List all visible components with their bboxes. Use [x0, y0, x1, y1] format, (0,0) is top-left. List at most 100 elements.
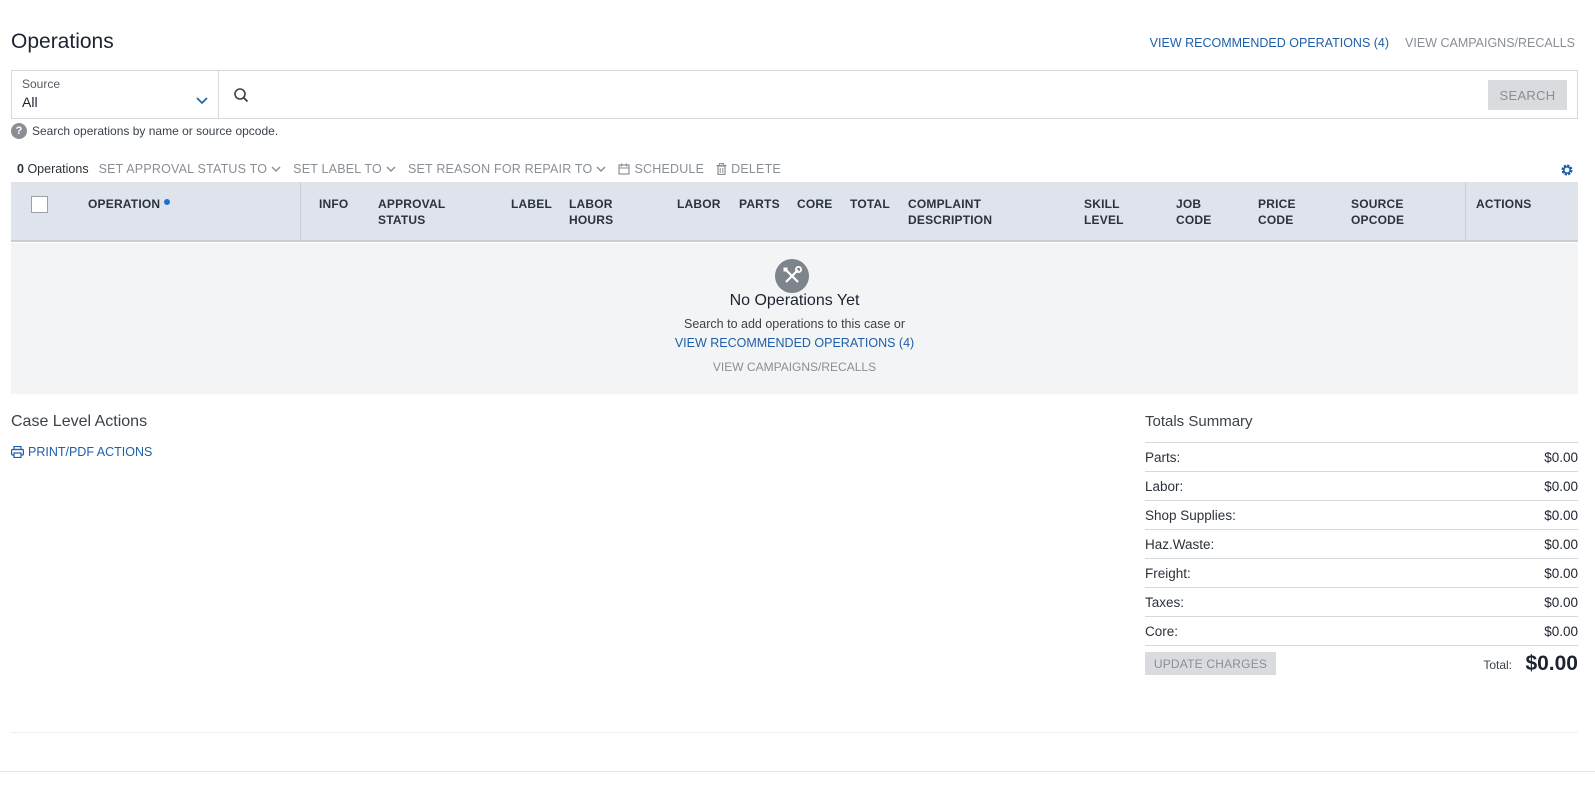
view-recommended-operations-link[interactable]: VIEW RECOMMENDED OPERATIONS (4)	[1150, 36, 1389, 50]
schedule-label: SCHEDULE	[634, 162, 705, 176]
chevron-down-icon	[196, 97, 208, 105]
totals-row-value: $0.00	[1544, 449, 1578, 465]
column-source-opcode: SOURCE OPCODE	[1351, 196, 1404, 228]
column-approval-status: APPROVAL STATUS	[378, 196, 445, 228]
column-actions: ACTIONS	[1476, 197, 1532, 211]
empty-view-recommended-link[interactable]: VIEW RECOMMENDED OPERATIONS (4)	[11, 336, 1578, 350]
chevron-down-icon	[596, 166, 606, 172]
column-total: TOTAL	[850, 197, 890, 211]
column-source-line1: SOURCE	[1351, 197, 1404, 211]
column-approval-line2: STATUS	[378, 213, 426, 227]
divider	[11, 732, 1578, 733]
delete-label: DELETE	[731, 162, 781, 176]
chevron-down-icon	[386, 166, 396, 172]
search-help: ? Search operations by name or source op…	[11, 123, 278, 139]
totals-row-haz-waste: Haz.Waste: $0.00	[1145, 529, 1578, 558]
operations-count-number: 0	[17, 162, 24, 176]
total-label: Total:	[1483, 658, 1512, 672]
search-input[interactable]	[261, 79, 1447, 111]
column-divider	[1465, 182, 1466, 240]
sort-indicator-icon	[164, 199, 171, 205]
column-skill-line2: LEVEL	[1084, 213, 1124, 227]
totals-row-value: $0.00	[1544, 478, 1578, 494]
column-skill-level: SKILL LEVEL	[1084, 196, 1124, 228]
totals-row-label: Haz.Waste:	[1145, 536, 1215, 552]
trash-icon	[716, 163, 727, 175]
print-pdf-actions-label: PRINT/PDF ACTIONS	[28, 445, 153, 459]
column-info: INFO	[319, 197, 349, 211]
totals-row-value: $0.00	[1544, 507, 1578, 523]
column-labor-hours-line2: HOURS	[569, 213, 614, 227]
divider	[0, 771, 1595, 772]
totals-summary: Totals Summary Parts: $0.00 Labor: $0.00 S…	[1145, 413, 1578, 681]
set-approval-status-dropdown[interactable]: SET APPROVAL STATUS TO	[99, 162, 282, 176]
page-title: Operations	[11, 30, 114, 53]
column-source-line2: OPCODE	[1351, 213, 1405, 227]
search-button[interactable]: SEARCH	[1488, 80, 1567, 110]
set-approval-status-label: SET APPROVAL STATUS TO	[98, 162, 268, 176]
source-value: All	[22, 94, 38, 110]
totals-row-parts: Parts: $0.00	[1145, 442, 1578, 471]
column-price-line2: CODE	[1258, 213, 1294, 227]
print-pdf-actions-link[interactable]: PRINT/PDF ACTIONS	[11, 445, 152, 459]
column-labor-hours-line1: LABOR	[569, 197, 613, 211]
set-label-dropdown[interactable]: SET LABEL TO	[293, 162, 396, 176]
select-all-checkbox[interactable]	[31, 196, 48, 213]
column-skill-line1: SKILL	[1084, 197, 1120, 211]
tools-icon	[775, 259, 809, 293]
view-campaigns-recalls-link[interactable]: VIEW CAMPAIGNS/RECALLS	[1405, 36, 1575, 50]
totals-row-label: Labor:	[1145, 478, 1184, 494]
totals-row-core: Core: $0.00	[1145, 616, 1578, 645]
totals-row-label: Shop Supplies:	[1145, 507, 1236, 523]
empty-view-campaigns-link[interactable]: VIEW CAMPAIGNS/RECALLS	[11, 360, 1578, 374]
column-parts: PARTS	[739, 197, 780, 211]
column-labor: LABOR	[677, 197, 721, 211]
set-reason-for-repair-dropdown[interactable]: SET REASON FOR REPAIR TO	[408, 162, 606, 176]
top-links: VIEW RECOMMENDED OPERATIONS (4) VIEW CAM…	[1150, 36, 1575, 50]
totals-row-label: Parts:	[1145, 449, 1181, 465]
column-operation[interactable]: OPERATION	[88, 196, 171, 212]
empty-state-text: Search to add operations to this case or	[684, 317, 905, 331]
totals-footer: UPDATE CHARGES Total: $0.00	[1145, 645, 1578, 681]
source-select[interactable]: Source All	[12, 71, 219, 118]
totals-row-freight: Freight: $0.00	[1145, 558, 1578, 587]
column-divider	[300, 182, 301, 240]
search-field: SEARCH	[219, 71, 1577, 118]
column-complaint-description: COMPLAINT DESCRIPTION	[908, 196, 992, 228]
help-icon[interactable]: ?	[11, 123, 27, 139]
totals-row-labor: Labor: $0.00	[1145, 471, 1578, 500]
operations-count: 0 Operations	[17, 162, 89, 176]
column-complaint-line1: COMPLAINT	[908, 197, 982, 211]
chevron-down-icon	[271, 166, 281, 172]
search-row: Source All SEARCH	[11, 70, 1578, 119]
set-reason-label: SET REASON FOR REPAIR TO	[407, 162, 593, 176]
schedule-button[interactable]: SCHEDULE	[618, 162, 704, 176]
case-level-actions-title: Case Level Actions	[11, 413, 148, 430]
column-job-code: JOB CODE	[1176, 196, 1211, 228]
column-job-line2: CODE	[1176, 213, 1212, 227]
printer-icon	[11, 446, 24, 458]
search-icon	[234, 88, 249, 103]
column-job-line1: JOB	[1176, 197, 1202, 211]
totals-row-label: Core:	[1145, 623, 1179, 639]
set-label-label: SET LABEL TO	[293, 162, 382, 176]
column-operation-label: OPERATION	[88, 197, 161, 211]
total-value: $0.00	[1525, 652, 1578, 675]
operations-table-header: OPERATION INFO APPROVAL STATUS LABEL LABO…	[11, 182, 1578, 242]
update-charges-button[interactable]: UPDATE CHARGES	[1145, 652, 1276, 675]
column-price-code: PRICE CODE	[1258, 196, 1296, 228]
delete-button[interactable]: DELETE	[716, 162, 781, 176]
column-labor-hours: LABOR HOURS	[569, 196, 613, 228]
operations-toolbar: 0 Operations SET APPROVAL STATUS TO SET …	[17, 162, 793, 176]
totals-row-value: $0.00	[1544, 594, 1578, 610]
totals-row-value: $0.00	[1544, 565, 1578, 581]
column-price-line1: PRICE	[1258, 197, 1296, 211]
totals-row-shop-supplies: Shop Supplies: $0.00	[1145, 500, 1578, 529]
column-approval-line1: APPROVAL	[378, 197, 446, 211]
column-complaint-line2: DESCRIPTION	[908, 213, 993, 227]
totals-summary-title: Totals Summary	[1145, 413, 1253, 430]
calendar-icon	[618, 163, 631, 175]
search-help-text: Search operations by name or source opco…	[32, 124, 279, 138]
gear-icon[interactable]	[1560, 163, 1574, 177]
source-label: Source	[22, 77, 61, 91]
